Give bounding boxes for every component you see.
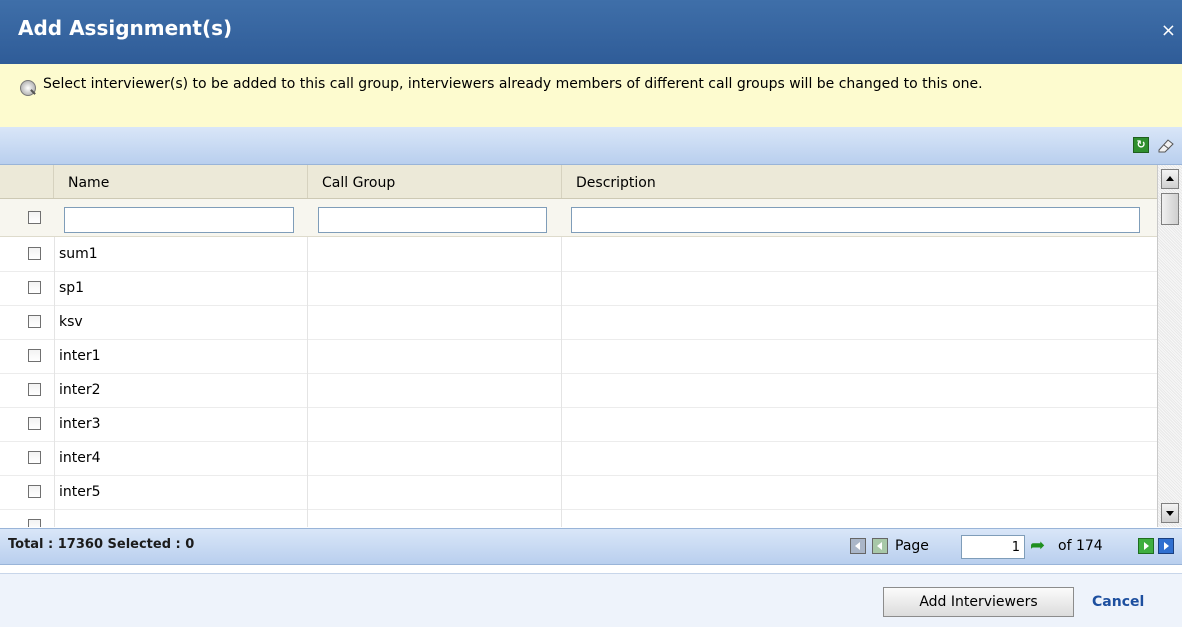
row-checkbox[interactable] [28,451,41,464]
table-row[interactable]: inter5 [0,475,1157,510]
cell-name: inter1 [54,339,308,373]
cell-name: inter3 [54,407,308,441]
cell-description [562,373,1157,407]
cell-name: sum1 [54,237,308,271]
cell-name: inter5 [54,475,308,509]
table-row[interactable]: sp1 [0,271,1157,306]
row-checkbox[interactable] [28,315,41,328]
dialog-title: Add Assignment(s) [18,16,233,40]
cell-call-group [308,305,562,339]
cell-description [562,339,1157,373]
refresh-icon[interactable]: ↻ [1133,137,1149,153]
description-filter-input[interactable] [571,207,1140,233]
cell-call-group [308,407,562,441]
interviewer-grid: Name Call Group Description sum1 sp1 ksv… [0,165,1157,527]
table-row[interactable]: inter3 [0,407,1157,442]
cell-call-group [308,237,562,271]
cell-name: sp1 [54,271,308,305]
info-magnifier-icon [20,80,36,96]
page-count-label: of 174 [1058,538,1103,554]
cell-name [54,509,308,527]
cell-call-group [308,475,562,509]
grid-toolbar: ↻ [0,127,1182,165]
row-checkbox[interactable] [28,417,41,430]
table-row[interactable]: sum1 [0,237,1157,272]
close-icon[interactable]: × [1161,20,1176,41]
cell-call-group [308,339,562,373]
table-row[interactable]: inter2 [0,373,1157,408]
next-page-icon[interactable] [1138,538,1154,554]
cell-name: inter2 [54,373,308,407]
cell-call-group [308,509,562,527]
row-checkbox[interactable] [28,519,41,527]
info-banner: Select interviewer(s) to be added to thi… [0,64,1182,128]
table-row[interactable]: ksv [0,305,1157,340]
column-header-call-group[interactable]: Call Group [308,165,562,198]
row-checkbox[interactable] [28,485,41,498]
previous-page-icon[interactable] [872,538,888,554]
select-all-checkbox[interactable] [28,211,41,224]
cell-call-group [308,373,562,407]
dialog-footer: Add Interviewers Cancel [0,573,1182,627]
page-label: Page [895,538,929,554]
cell-description [562,237,1157,271]
cell-name: inter4 [54,441,308,475]
last-page-icon[interactable] [1158,538,1174,554]
cell-description [562,441,1157,475]
grid-scrollbar[interactable] [1157,165,1182,527]
call-group-filter-input[interactable] [318,207,547,233]
first-page-icon[interactable] [850,538,866,554]
cell-call-group [308,271,562,305]
cell-call-group [308,441,562,475]
cell-name: ksv [54,305,308,339]
dialog-titlebar: Add Assignment(s) × [0,0,1182,65]
go-to-page-icon[interactable]: ➦ [1030,537,1052,555]
grid-status-bar: Total : 17360 Selected : 0 Page ➦ of 174 [0,528,1182,565]
grid-header: Name Call Group Description [0,165,1157,199]
info-text: Select interviewer(s) to be added to thi… [43,76,983,92]
row-checkbox[interactable] [28,383,41,396]
add-interviewers-button[interactable]: Add Interviewers [883,587,1074,617]
table-row[interactable]: inter1 [0,339,1157,374]
scroll-thumb[interactable] [1161,193,1179,225]
page-number-input[interactable] [961,535,1025,559]
table-row-partial[interactable] [0,509,1157,527]
total-selected-summary: Total : 17360 Selected : 0 [8,537,195,552]
table-row[interactable]: inter4 [0,441,1157,476]
row-checkbox[interactable] [28,349,41,362]
row-checkbox[interactable] [28,281,41,294]
cell-description [562,407,1157,441]
name-filter-input[interactable] [64,207,294,233]
eraser-icon[interactable] [1156,137,1176,153]
cell-description [562,271,1157,305]
cell-description [562,475,1157,509]
cell-description [562,305,1157,339]
row-checkbox[interactable] [28,247,41,260]
column-header-description[interactable]: Description [562,165,1157,198]
cancel-link[interactable]: Cancel [1092,594,1144,610]
header-checkbox-col [0,165,54,198]
scroll-down-arrow-icon[interactable] [1161,503,1179,523]
filter-row [0,199,1157,237]
scroll-up-arrow-icon[interactable] [1161,169,1179,189]
column-header-name[interactable]: Name [54,165,308,198]
